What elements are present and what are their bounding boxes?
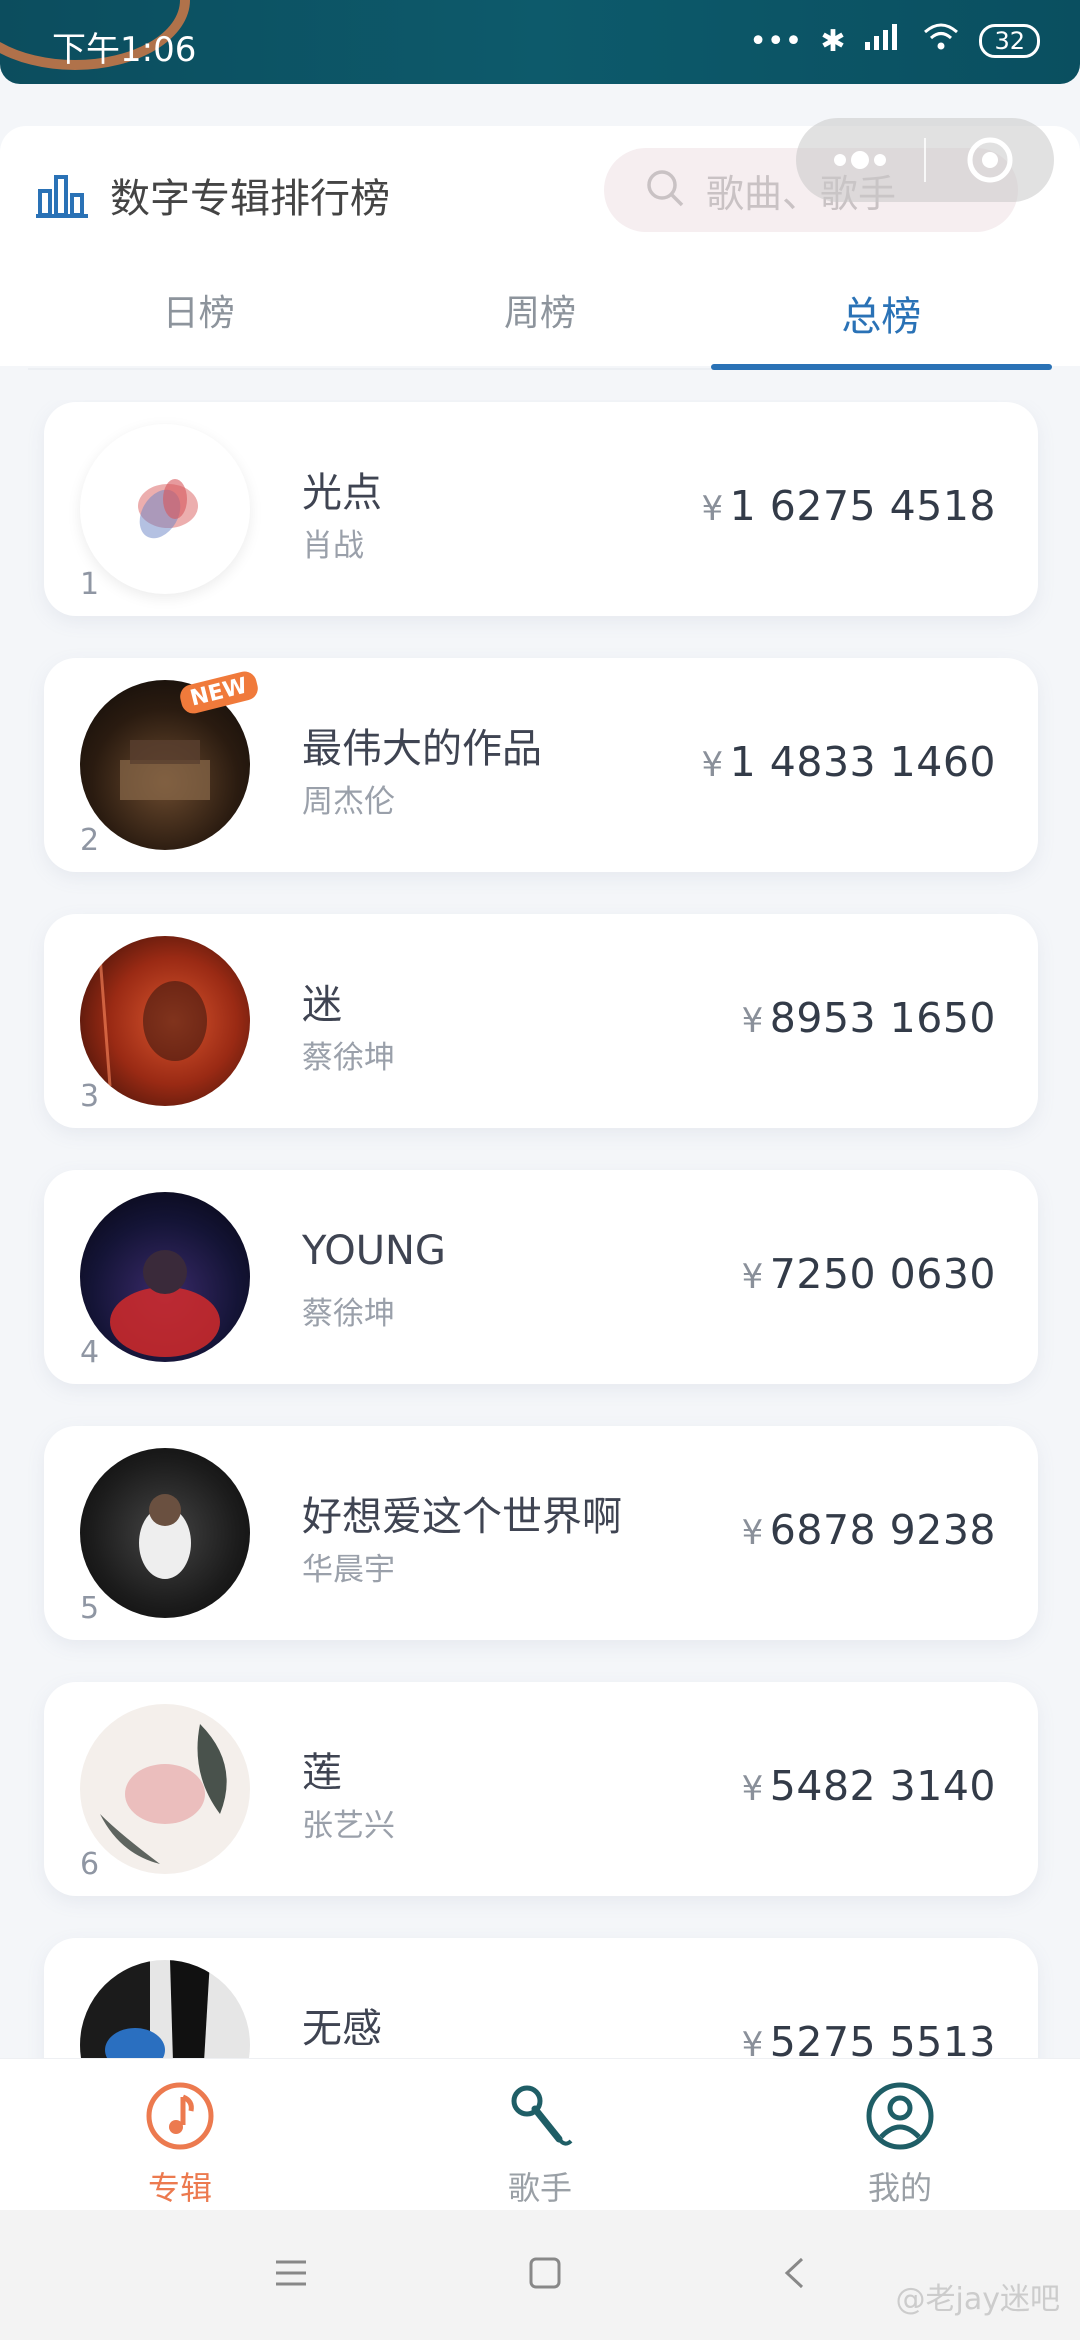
rank-number: 6 xyxy=(80,1847,100,1882)
album-card[interactable]: NEW 2 最伟大的作品 周杰伦 ¥1 4833 1460 xyxy=(44,658,1038,872)
tab-albums[interactable]: 专辑 xyxy=(0,2059,360,2210)
album-card[interactable]: 无感 ¥5275 5513 xyxy=(44,1938,1038,2058)
sales-value: 7250 0630 xyxy=(769,1250,996,1298)
album-card[interactable]: 5 好想爱这个世界啊 华晨宇 ¥6878 9238 xyxy=(44,1426,1038,1640)
sales-value: 5482 3140 xyxy=(769,1762,996,1810)
close-miniprogram-button[interactable] xyxy=(926,118,1054,202)
album-name: 迷 xyxy=(302,982,342,1028)
album-card[interactable]: 6 莲 张艺兴 ¥5482 3140 xyxy=(44,1682,1038,1896)
album-cover xyxy=(80,1960,250,2058)
menu-icon[interactable] xyxy=(274,2258,308,2292)
bar-chart-icon xyxy=(36,171,88,219)
album-name: 好想爱这个世界啊 xyxy=(302,1494,622,1540)
header-card: 数字专辑排行榜 歌曲、歌手 日榜 周榜 总榜 xyxy=(0,118,1080,370)
currency-symbol: ¥ xyxy=(741,1513,764,1553)
album-cover xyxy=(80,1704,250,1874)
bottom-tab-bar: 专辑 歌手 我的 xyxy=(0,2058,1080,2210)
wifi-icon xyxy=(921,22,961,60)
rank-number: 1 xyxy=(80,567,100,602)
sales-amount: ¥1 6275 4518 xyxy=(702,482,996,530)
tab-total[interactable]: 总榜 xyxy=(710,266,1053,370)
ranking-tabs: 日榜 周榜 总榜 xyxy=(28,266,1053,370)
home-icon[interactable] xyxy=(528,2256,562,2294)
currency-symbol: ¥ xyxy=(741,2025,764,2058)
tab-daily[interactable]: 日榜 xyxy=(28,266,369,368)
tab-label: 歌手 xyxy=(507,2169,572,2207)
rank-number: 5 xyxy=(80,1591,100,1626)
artist-name: 肖战 xyxy=(302,528,364,564)
album-card[interactable]: 1 光点 肖战 ¥1 6275 4518 xyxy=(44,402,1038,616)
system-navigation-bar: @老jay迷吧 xyxy=(0,2210,1080,2340)
watermark: @老jay迷吧 xyxy=(895,2282,1060,2317)
sales-value: 8953 1650 xyxy=(769,994,996,1042)
user-icon xyxy=(865,2081,935,2155)
sales-amount: ¥6878 9238 xyxy=(742,1506,996,1554)
more-menu-button[interactable] xyxy=(796,118,924,202)
sales-value: 1 4833 1460 xyxy=(729,738,996,786)
back-icon[interactable] xyxy=(782,2256,806,2294)
currency-symbol: ¥ xyxy=(741,1769,764,1809)
album-cover xyxy=(80,424,250,594)
battery-indicator: 32 xyxy=(979,24,1040,58)
album-name: 最伟大的作品 xyxy=(302,726,542,772)
sales-amount: ¥8953 1650 xyxy=(742,994,996,1042)
artist-name: 华晨宇 xyxy=(302,1552,395,1588)
artist-name: 张艺兴 xyxy=(302,1808,395,1844)
currency-symbol: ¥ xyxy=(701,489,724,529)
search-icon xyxy=(644,167,686,213)
sales-amount: ¥5482 3140 xyxy=(742,1762,996,1810)
status-bar: 下午1:06 ••• ✱ 32 xyxy=(0,0,1080,84)
rank-number: 4 xyxy=(80,1335,100,1370)
sales-amount: ¥1 4833 1460 xyxy=(702,738,996,786)
status-time: 下午1:06 xyxy=(52,30,197,70)
artist-name: 蔡徐坤 xyxy=(302,1296,395,1332)
sales-value: 6878 9238 xyxy=(769,1506,996,1554)
currency-symbol: ¥ xyxy=(741,1001,764,1041)
rank-number: 3 xyxy=(80,1079,100,1114)
page-title: 数字专辑排行榜 xyxy=(110,176,390,222)
more-dots-icon: ••• xyxy=(749,23,803,59)
album-card[interactable]: 3 迷 蔡徐坤 ¥8953 1650 xyxy=(44,914,1038,1128)
app-screen: 下午1:06 ••• ✱ 32 数字专辑排行榜 歌曲、歌手 日榜 周榜 总榜 1… xyxy=(0,0,1080,2340)
currency-symbol: ¥ xyxy=(701,745,724,785)
rank-number: 2 xyxy=(80,823,100,858)
album-name: 莲 xyxy=(302,1750,342,1796)
album-name: 无感 xyxy=(302,2006,382,2052)
signal-icon xyxy=(863,22,903,60)
tab-weekly[interactable]: 周榜 xyxy=(369,266,710,368)
artist-name: 蔡徐坤 xyxy=(302,1040,395,1076)
artist-name: 周杰伦 xyxy=(302,784,395,820)
album-name: 光点 xyxy=(302,470,382,516)
album-cover xyxy=(80,936,250,1106)
album-list: 1 光点 肖战 ¥1 6275 4518 NEW 2 最伟大的作品 周杰伦 ¥1… xyxy=(0,400,1080,2058)
album-card[interactable]: 4 YOUNG 蔡徐坤 ¥7250 0630 xyxy=(44,1170,1038,1384)
page-header: 数字专辑排行榜 xyxy=(36,166,390,224)
sales-value: 5275 5513 xyxy=(769,2018,996,2058)
bluetooth-icon: ✱ xyxy=(820,23,846,59)
sales-amount: ¥7250 0630 xyxy=(742,1250,996,1298)
album-cover xyxy=(80,1448,250,1618)
microphone-icon xyxy=(505,2081,575,2155)
tab-label: 我的 xyxy=(867,2169,932,2207)
miniprogram-capsule xyxy=(796,118,1054,202)
album-name: YOUNG xyxy=(302,1228,446,1274)
sales-amount: ¥5275 5513 xyxy=(742,2018,996,2058)
sales-value: 1 6275 4518 xyxy=(729,482,996,530)
music-note-icon xyxy=(145,2081,215,2155)
currency-symbol: ¥ xyxy=(741,1257,764,1297)
album-cover xyxy=(80,1192,250,1362)
tab-artists[interactable]: 歌手 xyxy=(360,2059,720,2210)
status-icons: ••• ✱ 32 xyxy=(749,22,1040,60)
tab-mine[interactable]: 我的 xyxy=(720,2059,1080,2210)
tab-label: 专辑 xyxy=(147,2169,212,2207)
